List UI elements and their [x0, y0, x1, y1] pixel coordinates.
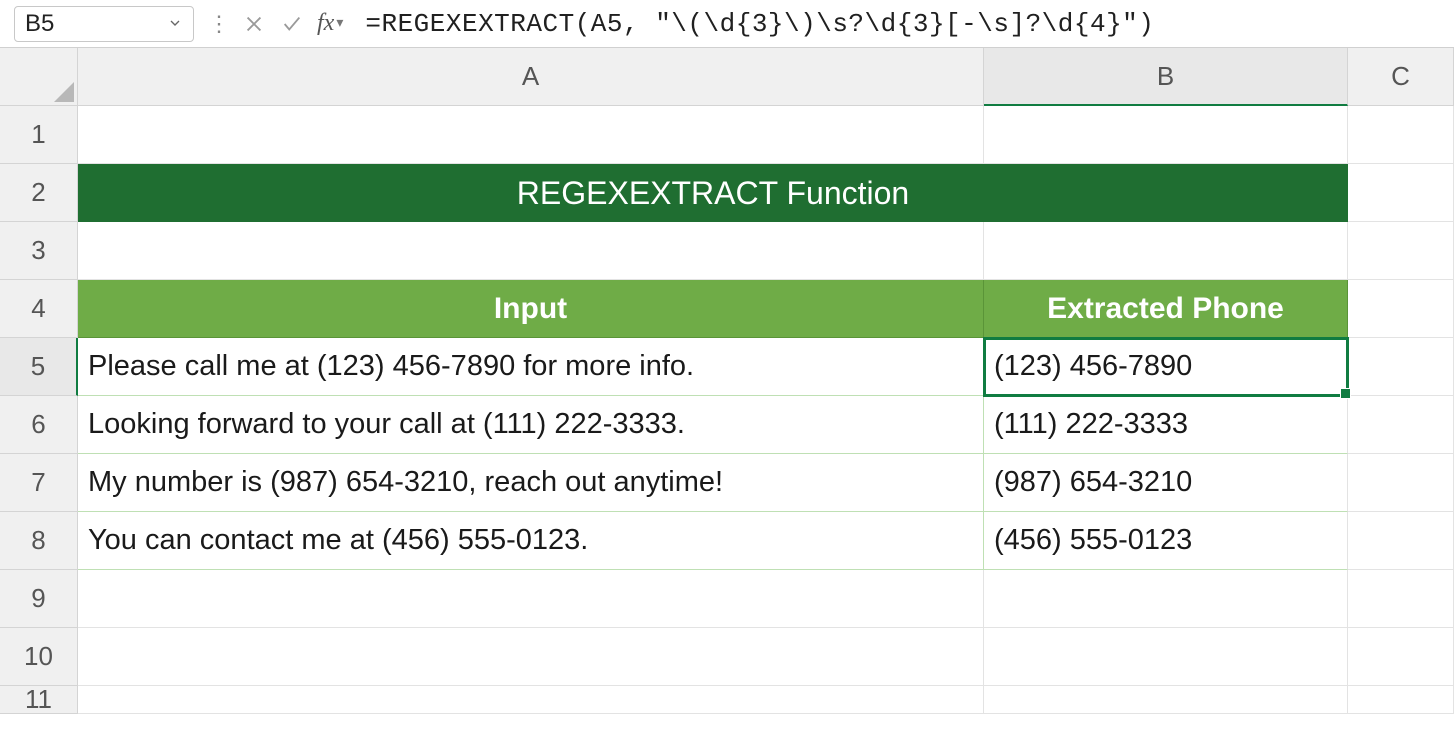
cell-A8[interactable]: You can contact me at (456) 555-0123. — [78, 512, 984, 570]
cell-B8[interactable]: (456) 555-0123 — [984, 512, 1348, 570]
cell-B1[interactable] — [984, 106, 1348, 164]
row-header[interactable]: 3 — [0, 222, 78, 280]
col-header-A[interactable]: A — [78, 48, 984, 106]
cell-C6[interactable] — [1348, 396, 1454, 454]
cell-B5[interactable]: (123) 456-7890 — [984, 338, 1348, 396]
cell-C4[interactable] — [1348, 280, 1454, 338]
cell-C8[interactable] — [1348, 512, 1454, 570]
cell-A5[interactable]: Please call me at (123) 456-7890 for mor… — [78, 338, 984, 396]
formula-bar: B5 ⋮ fx▾ — [0, 0, 1454, 48]
cancel-icon[interactable] — [239, 9, 269, 39]
cell-C11[interactable] — [1348, 686, 1454, 714]
row-header[interactable]: 9 — [0, 570, 78, 628]
cell-C3[interactable] — [1348, 222, 1454, 280]
row-header[interactable]: 1 — [0, 106, 78, 164]
cell-A7[interactable]: My number is (987) 654-3210, reach out a… — [78, 454, 984, 512]
formula-input[interactable] — [353, 6, 1444, 42]
row-header[interactable]: 10 — [0, 628, 78, 686]
cell-B3[interactable] — [984, 222, 1348, 280]
cell-A6[interactable]: Looking forward to your call at (111) 22… — [78, 396, 984, 454]
col-header-C[interactable]: C — [1348, 48, 1454, 106]
fx-icon[interactable]: fx▾ — [315, 10, 345, 37]
title-banner[interactable]: REGEXEXTRACT Function — [78, 164, 1348, 222]
cell-C5[interactable] — [1348, 338, 1454, 396]
cell-C7[interactable] — [1348, 454, 1454, 512]
header-input[interactable]: Input — [78, 280, 984, 338]
spreadsheet-grid: A B C 1 2 REGEXEXTRACT Function 3 4 Inpu… — [0, 48, 1454, 744]
cell-B6[interactable]: (111) 222-3333 — [984, 396, 1348, 454]
row-header[interactable]: 8 — [0, 512, 78, 570]
cell-C1[interactable] — [1348, 106, 1454, 164]
cell-A11[interactable] — [78, 686, 984, 714]
row-header[interactable]: 11 — [0, 686, 78, 714]
select-all-corner[interactable] — [0, 48, 78, 106]
header-extracted-phone[interactable]: Extracted Phone — [984, 280, 1348, 338]
col-header-B[interactable]: B — [984, 48, 1348, 106]
cell-B11[interactable] — [984, 686, 1348, 714]
cell-A9[interactable] — [78, 570, 984, 628]
cell-C9[interactable] — [1348, 570, 1454, 628]
cell-A10[interactable] — [78, 628, 984, 686]
cell-B10[interactable] — [984, 628, 1348, 686]
cell-B9[interactable] — [984, 570, 1348, 628]
cell-B7[interactable]: (987) 654-3210 — [984, 454, 1348, 512]
divider-icon: ⋮ — [202, 11, 231, 37]
name-box[interactable]: B5 — [14, 6, 194, 42]
enter-icon[interactable] — [277, 9, 307, 39]
row-header[interactable]: 5 — [0, 338, 78, 396]
chevron-down-icon[interactable] — [167, 10, 183, 38]
cell-C10[interactable] — [1348, 628, 1454, 686]
cell-A1[interactable] — [78, 106, 984, 164]
cell-A3[interactable] — [78, 222, 984, 280]
row-header[interactable]: 7 — [0, 454, 78, 512]
row-header[interactable]: 2 — [0, 164, 78, 222]
row-header[interactable]: 4 — [0, 280, 78, 338]
row-header[interactable]: 6 — [0, 396, 78, 454]
name-box-value: B5 — [25, 10, 54, 38]
cell-C2[interactable] — [1348, 164, 1454, 222]
